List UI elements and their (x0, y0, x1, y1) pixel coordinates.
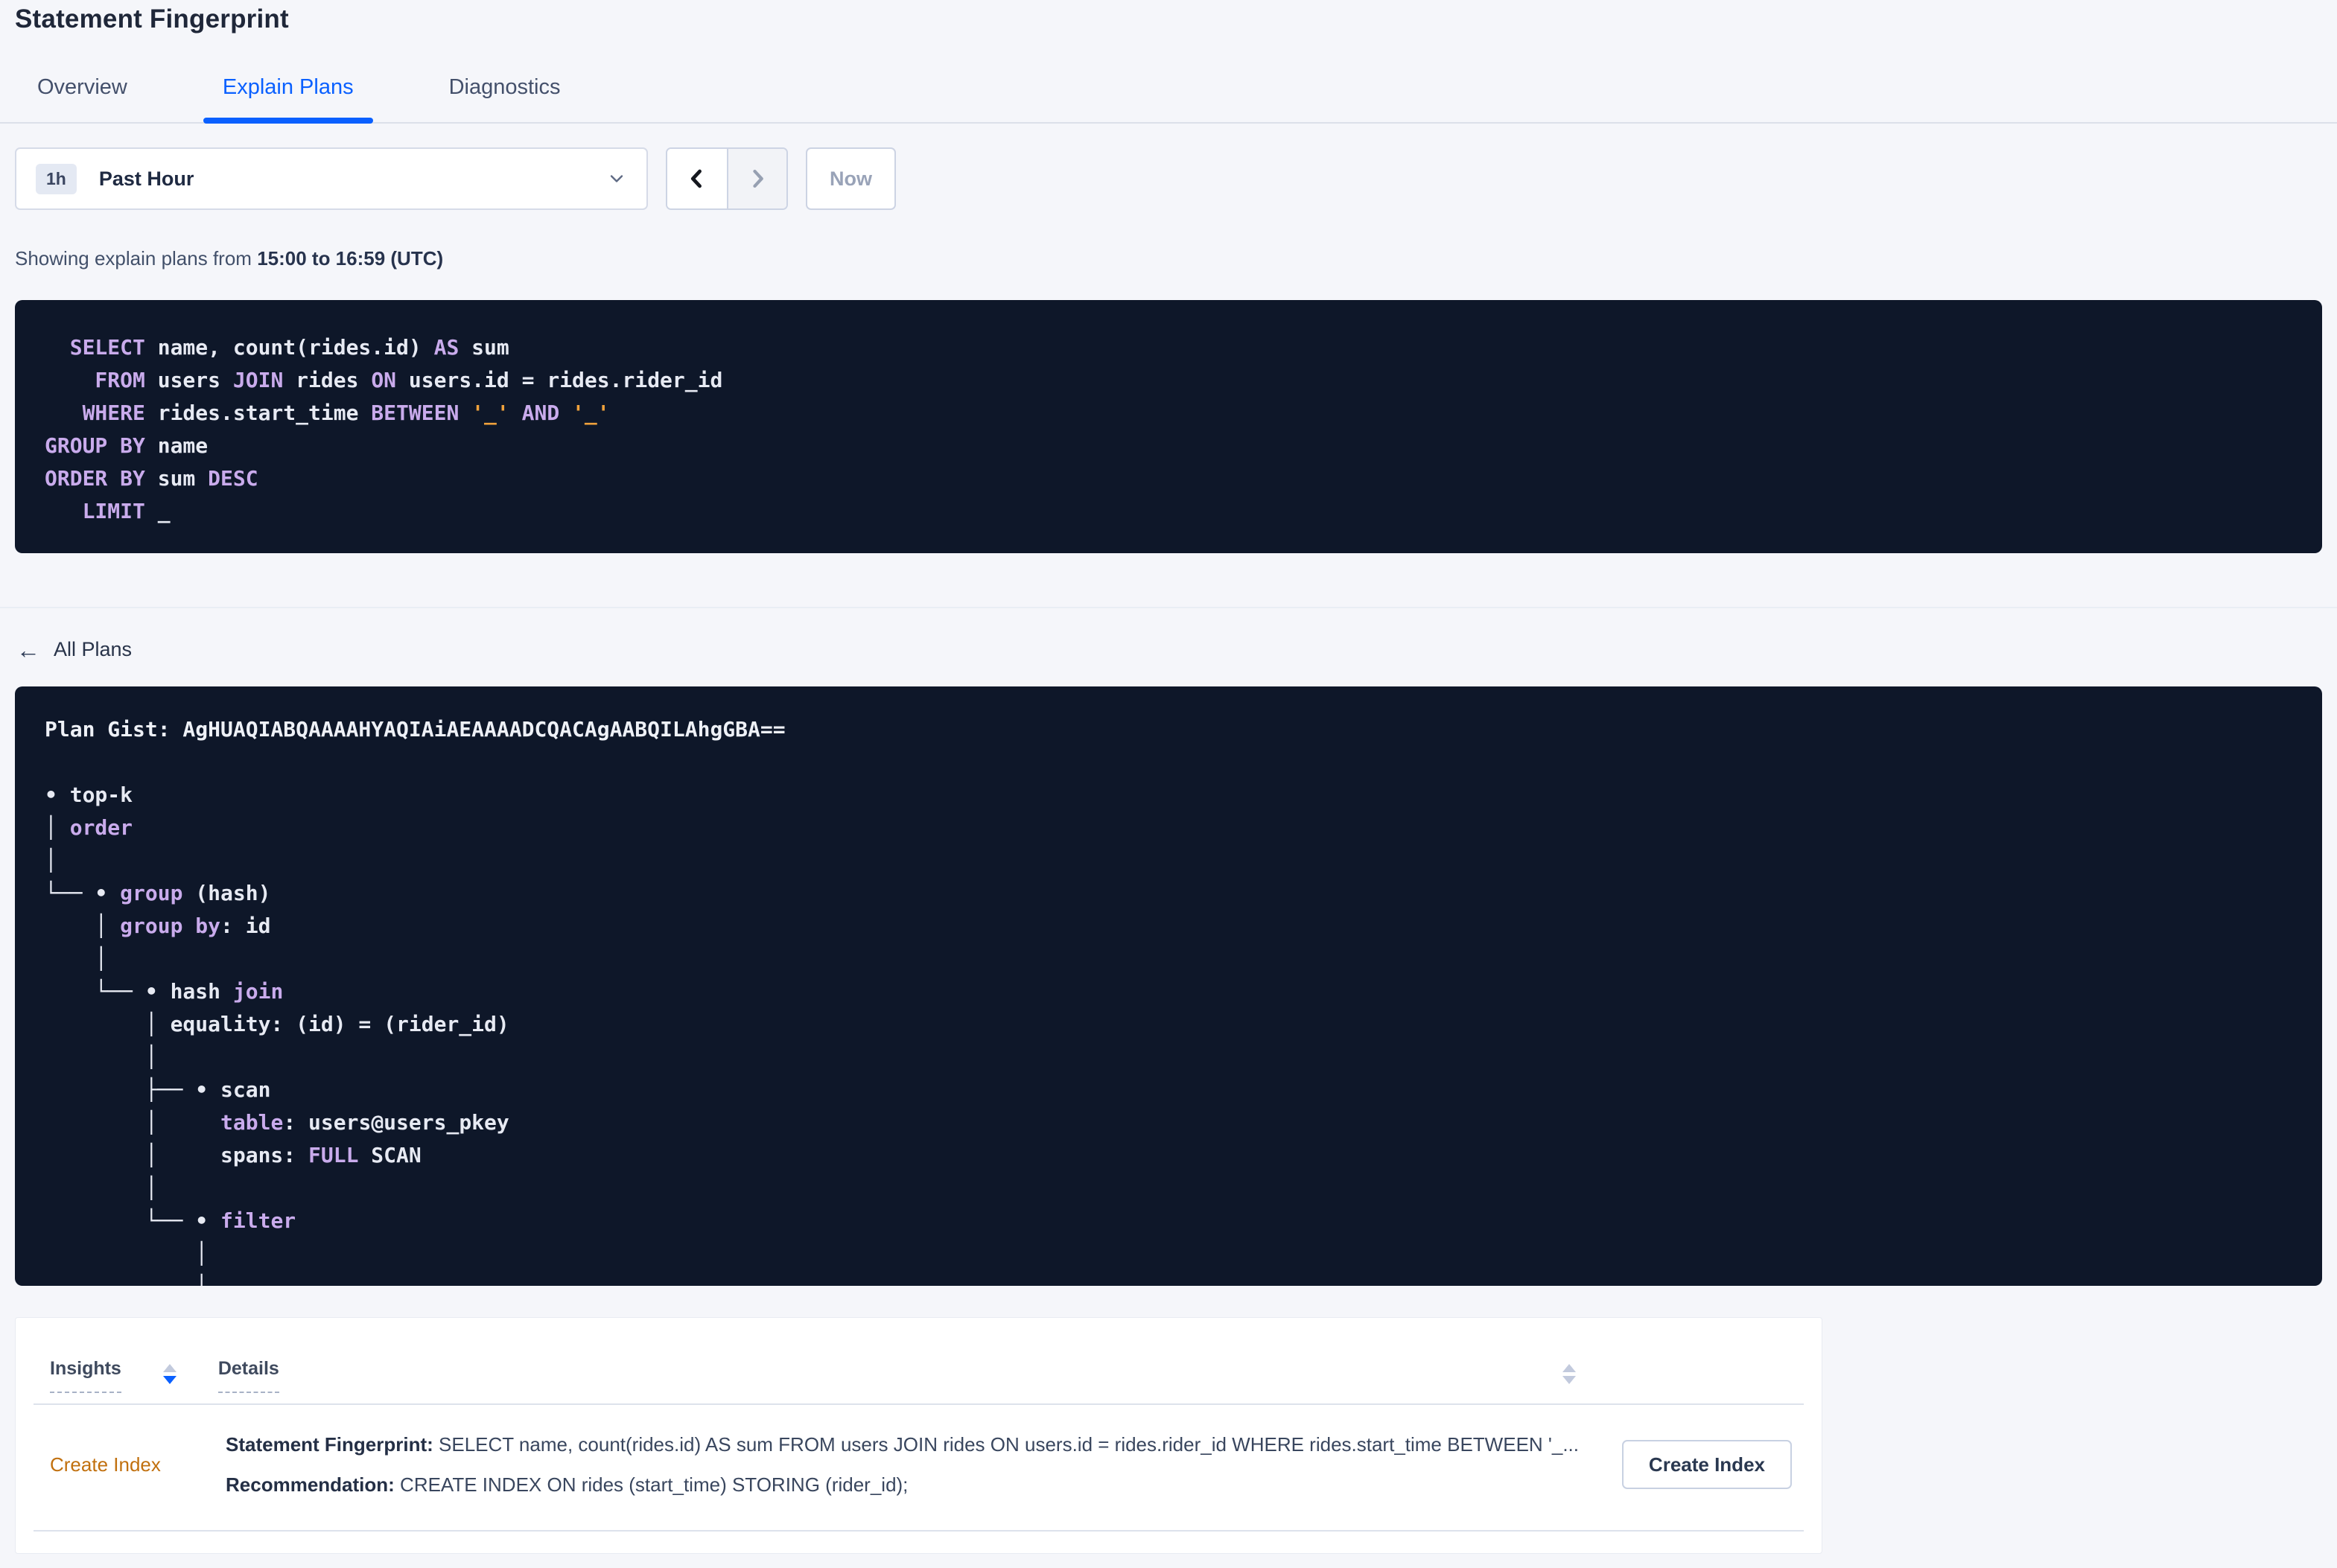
insight-type-link[interactable]: Create Index (50, 1453, 161, 1476)
table-row-divider (34, 1530, 1804, 1532)
page-title: Statement Fingerprint (15, 4, 289, 34)
sort-icon-details[interactable] (1562, 1364, 1576, 1384)
table-row: Create Index Statement Fingerprint: SELE… (16, 1405, 1822, 1496)
time-step-buttons (666, 147, 788, 210)
time-range-badge: 1h (36, 163, 77, 194)
now-button[interactable]: Now (806, 147, 896, 210)
tab-explain-plans[interactable]: Explain Plans (203, 73, 373, 124)
insights-card: Insights Details Create Index Statement … (15, 1317, 1822, 1554)
insight-details-cell: Statement Fingerprint: SELECT name, coun… (226, 1433, 1592, 1496)
column-header-insights[interactable]: Insights (50, 1358, 121, 1393)
chevron-right-icon (745, 166, 770, 191)
tab-diagnostics[interactable]: Diagnostics (449, 73, 561, 101)
insights-table-header: Insights Details (16, 1318, 1822, 1393)
sql-statement-box: SELECT name, count(rides.id) AS sum FROM… (15, 300, 2322, 553)
plan-gist-box: Plan Gist: AgHUAQIABQAAAAHYAQIAiAEAAAADC… (15, 686, 2322, 1286)
tab-overview[interactable]: Overview (37, 73, 127, 101)
insight-type-cell: Create Index (50, 1453, 226, 1476)
back-arrow-icon: ← (16, 636, 40, 663)
chevron-left-icon (684, 166, 710, 191)
section-divider (0, 607, 2337, 608)
statement-fingerprint-page: Statement Fingerprint Overview Explain P… (0, 0, 2337, 1568)
time-range-summary: Showing explain plans from 15:00 to 16:5… (15, 247, 444, 270)
statement-fingerprint-line: Statement Fingerprint: SELECT name, coun… (226, 1433, 1579, 1456)
sort-icon-insights[interactable] (162, 1364, 177, 1384)
time-range-label: Past Hour (98, 167, 194, 190)
time-controls: 1h Past Hour Now (15, 147, 2322, 210)
all-plans-link[interactable]: ← All Plans (16, 636, 133, 663)
column-header-details[interactable]: Details (217, 1358, 279, 1393)
chevron-down-icon (606, 168, 627, 189)
recommendation-line: Recommendation: CREATE INDEX ON rides (s… (226, 1473, 909, 1496)
tab-bar: Overview Explain Plans Diagnostics (0, 73, 2337, 124)
prev-time-button[interactable] (667, 149, 727, 208)
next-time-button[interactable] (727, 149, 786, 208)
all-plans-label: All Plans (54, 638, 133, 660)
time-range-value: 15:00 to 16:59 (UTC) (257, 247, 444, 270)
create-index-button[interactable]: Create Index (1621, 1440, 1792, 1489)
time-range-dropdown[interactable]: 1h Past Hour (15, 147, 648, 210)
